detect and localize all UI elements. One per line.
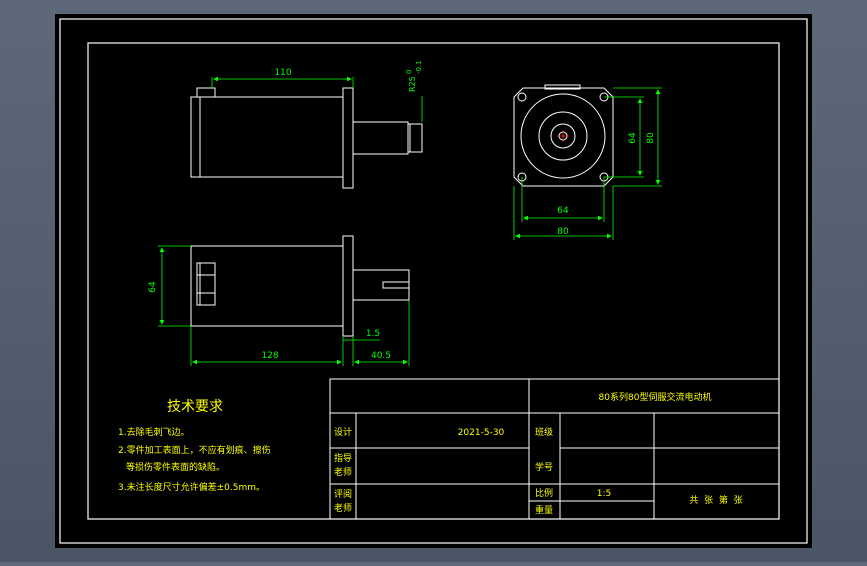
label-reviewer-1: 评阅 xyxy=(334,489,352,500)
drawing-canvas: 110 R25 0 -0.1 64 80 64 80 64 128 1.5 40… xyxy=(55,14,812,548)
dim-shaft-lower: -0.1 xyxy=(415,60,423,74)
dim-front-64: 64 xyxy=(628,132,638,144)
dim-flange-1-5: 1.5 xyxy=(366,329,380,339)
note-item-1: 1.去除毛刺飞边。 xyxy=(118,426,190,438)
label-weight: 重量 xyxy=(535,504,553,516)
note-item-2: 2.零件加工表面上，不应有划痕、擦伤 xyxy=(118,444,271,456)
cad-viewport: 110 R25 0 -0.1 64 80 64 80 64 128 1.5 40… xyxy=(0,0,867,562)
dim-shaft-upper: 0 xyxy=(405,70,413,74)
sheet-count: 共 张 第 张 xyxy=(689,494,742,506)
dim-front-bottom-80: 80 xyxy=(557,227,569,237)
dim-body-length-128: 128 xyxy=(261,351,278,361)
label-reviewer-2: 老师 xyxy=(334,502,352,514)
dim-front-bottom-64: 64 xyxy=(557,206,569,216)
design-date: 2021-5-30 xyxy=(458,428,505,438)
drawing-name: 80系列80型伺服交流电动机 xyxy=(599,391,712,403)
label-class: 班级 xyxy=(535,426,553,438)
note-item-2b: 等损伤零件表面的缺陷。 xyxy=(126,461,225,473)
label-scale: 比例 xyxy=(535,487,553,499)
note-item-3: 3.未注长度尺寸允许偏差±0.5mm。 xyxy=(118,481,265,493)
label-designer: 设计 xyxy=(334,426,352,438)
label-student-id: 学号 xyxy=(535,461,553,473)
label-instructor-1: 指导 xyxy=(334,452,352,464)
dim-shaft-r25: R25 xyxy=(408,76,417,92)
label-instructor-2: 老师 xyxy=(334,466,352,478)
scale-value: 1:5 xyxy=(597,489,611,499)
dim-shaft-40-5: 40.5 xyxy=(371,351,391,361)
notes-title: 技术要求 xyxy=(167,399,223,415)
dim-side-height-64: 64 xyxy=(148,281,158,293)
dim-front-80: 80 xyxy=(646,132,656,144)
dim-length-110: 110 xyxy=(274,68,291,78)
